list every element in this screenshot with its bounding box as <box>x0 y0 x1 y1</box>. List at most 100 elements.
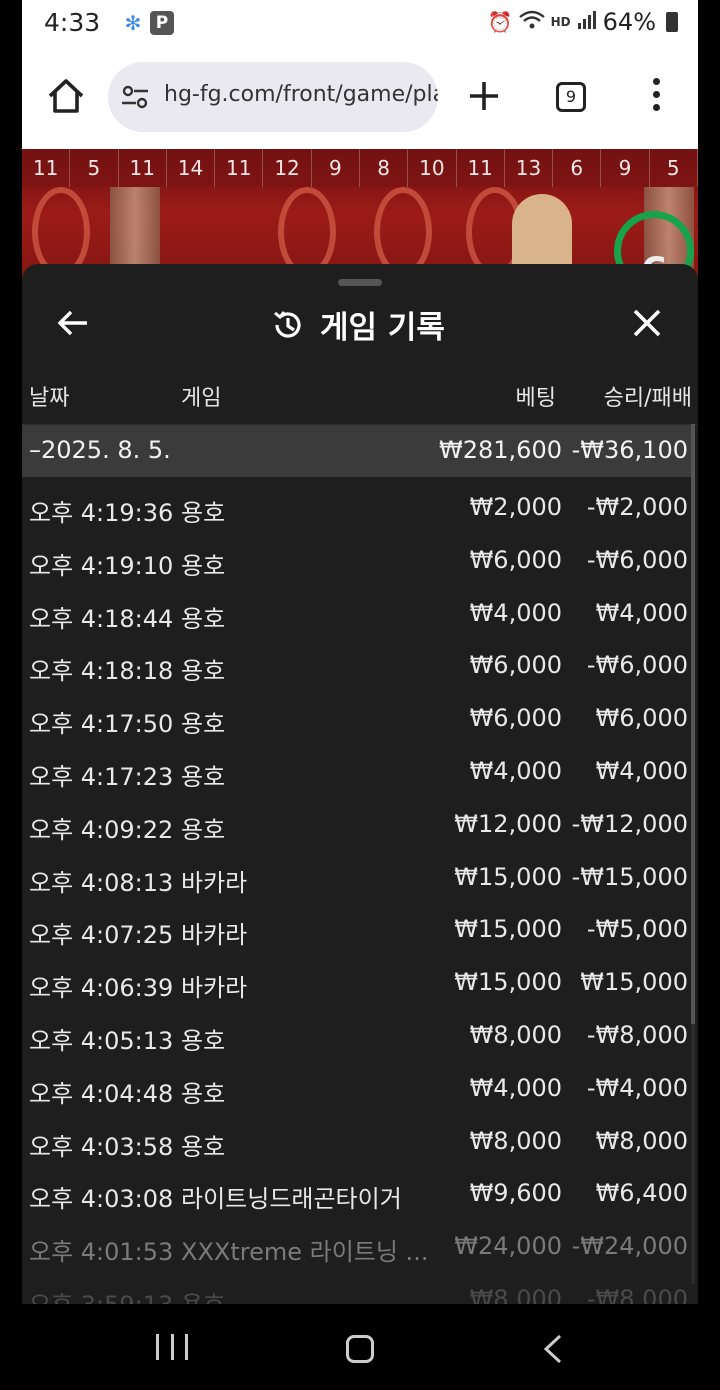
url-text[interactable]: hg-fg.com/front/game/pla <box>164 82 438 107</box>
history-list: 오후 4:19:36 용호 ₩2,000 -₩2,000 오후 4:19:10 용호 ₩6,… <box>22 480 692 1304</box>
recent-apps-button[interactable] <box>156 1334 188 1362</box>
history-time: 오후 4:19:36 <box>29 499 174 527</box>
wifi-icon <box>518 10 545 35</box>
history-bet: ₩4,000 <box>469 598 562 627</box>
history-row[interactable]: 오후 4:19:10 용호 ₩6,000 -₩6,000 <box>22 533 692 586</box>
history-row[interactable]: 오후 3:59:13 용호 ₩8,000 -₩8,000 <box>22 1272 692 1304</box>
address-bar[interactable]: hg-fg.com/front/game/pla <box>108 62 438 132</box>
hd-voice-label: HD <box>550 15 571 29</box>
history-time: 오후 4:19:10 <box>29 551 174 580</box>
history-row[interactable]: 오후 4:17:23 용호 ₩4,000 ₩4,000 <box>22 744 692 797</box>
history-result: ₩8,000 <box>595 1126 688 1155</box>
roadmap-cell: 6 <box>553 149 602 187</box>
scrollbar[interactable] <box>691 424 695 1284</box>
history-time: 오후 4:08:13 <box>29 868 174 897</box>
history-game: 용호 <box>181 551 226 580</box>
history-time: 오후 4:03:08 <box>29 1185 174 1214</box>
roadmap-cell: 14 <box>166 149 216 187</box>
history-bet: ₩9,600 <box>469 1179 562 1208</box>
history-result: -₩2,000 <box>586 493 688 521</box>
roadmap-cell: 8 <box>359 149 409 187</box>
status-bar: 4:33 ✻ P ⏰ HD 64% <box>22 0 698 46</box>
history-bet: ₩8,000 <box>469 1284 562 1304</box>
roadmap-cell: 5 <box>649 149 698 187</box>
roadmap-cell: 13 <box>504 149 554 187</box>
history-time: 오후 4:03:58 <box>29 1132 174 1161</box>
history-game: 바카라 <box>181 868 248 897</box>
history-bet: ₩6,000 <box>469 545 562 574</box>
scrollbar-thumb[interactable] <box>691 424 695 1024</box>
recent-apps-icon <box>156 1334 159 1360</box>
history-result: -₩15,000 <box>571 862 688 891</box>
history-result: ₩15,000 <box>580 968 688 997</box>
history-icon <box>274 310 301 338</box>
history-row[interactable]: 오후 4:08:13 바카라 ₩15,000 -₩15,000 <box>22 850 692 903</box>
roadmap-cell: 9 <box>311 149 360 187</box>
game-history-panel: 게임 기록 날짜 게임 베팅 승리/패배 –2025. 8. 5. ₩281,6… <box>22 264 698 1304</box>
history-result: -₩5,000 <box>586 915 688 944</box>
roadmap-strip: 11 5 11 14 11 12 9 8 10 11 13 6 9 5 <box>22 149 698 187</box>
more-menu-button[interactable] <box>650 78 662 118</box>
plus-icon <box>470 82 498 110</box>
history-result: ₩6,000 <box>595 704 688 733</box>
nav-back-button[interactable] <box>540 1334 566 1364</box>
recent-apps-icon <box>185 1334 188 1360</box>
home-button[interactable] <box>46 76 86 116</box>
battery-percent: 64% <box>602 8 656 36</box>
history-game: 용호 <box>181 815 226 844</box>
roadmap-cell: 9 <box>601 149 650 187</box>
history-row[interactable]: 오후 4:03:08 라이트닝드래곤타이거 ₩9,600 ₩6,400 <box>22 1166 692 1219</box>
history-game: 용호 <box>181 1026 226 1055</box>
history-game: 용호 <box>181 1285 225 1304</box>
history-row[interactable]: 오후 4:19:36 용호 ₩2,000 -₩2,000 <box>22 480 692 533</box>
history-game: 용호 <box>181 499 226 527</box>
close-button[interactable] <box>630 306 664 340</box>
history-game: 용호 <box>181 710 226 739</box>
history-row[interactable]: 오후 4:07:25 바카라 ₩15,000 -₩5,000 <box>22 902 692 955</box>
history-row[interactable]: 오후 4:17:50 용호 ₩6,000 ₩6,000 <box>22 691 692 744</box>
history-row[interactable]: 오후 4:03:58 용호 ₩8,000 ₩8,000 <box>22 1114 692 1167</box>
dealer-figure <box>512 194 572 274</box>
history-bet: ₩8,000 <box>469 1126 562 1155</box>
history-time: 오후 4:09:22 <box>29 815 174 844</box>
history-row[interactable]: 오후 4:05:13 용호 ₩8,000 -₩8,000 <box>22 1008 692 1061</box>
column-header-date[interactable]: 날짜 <box>29 380 69 412</box>
history-time: 오후 3:59:13 <box>29 1285 173 1304</box>
history-game: 용호 <box>181 604 226 633</box>
column-header-bet[interactable]: 베팅 <box>516 380 556 412</box>
roadmap-cell: 11 <box>118 149 167 187</box>
history-game: 용호 <box>181 1079 226 1108</box>
roadmap-cell: 10 <box>408 149 457 187</box>
nav-home-button[interactable] <box>346 1335 374 1363</box>
drag-handle[interactable] <box>338 279 382 286</box>
history-game: 바카라 <box>181 921 248 950</box>
home-icon <box>48 79 84 113</box>
roadmap-cell: 11 <box>215 149 264 187</box>
history-row[interactable]: 오후 4:06:39 바카라 ₩15,000 ₩15,000 <box>22 955 692 1008</box>
column-header-result[interactable]: 승리/패배 <box>604 380 692 412</box>
p-notification-badge: P <box>150 11 174 35</box>
history-result: -₩8,000 <box>586 1284 688 1304</box>
history-time: 오후 4:17:23 <box>29 762 174 791</box>
history-time: 오후 4:01:53 <box>29 1238 174 1267</box>
history-row[interactable]: 오후 4:01:53 XXXtreme 라이트닝 ... ₩24,000 -₩24,0… <box>22 1219 692 1272</box>
alarm-icon: ⏰ <box>487 10 513 34</box>
history-row[interactable]: 오후 4:18:18 용호 ₩6,000 -₩6,000 <box>22 638 692 691</box>
history-bet: ₩6,000 <box>469 704 562 733</box>
history-time: 오후 4:06:39 <box>29 974 174 1003</box>
history-row[interactable]: 오후 4:04:48 용호 ₩4,000 -₩4,000 <box>22 1061 692 1114</box>
tab-switcher-button[interactable]: 9 <box>556 82 586 112</box>
history-bet: ₩2,000 <box>469 493 562 521</box>
history-row[interactable]: 오후 4:18:44 용호 ₩4,000 ₩4,000 <box>22 586 692 639</box>
date-group-row[interactable]: –2025. 8. 5. ₩281,600 -₩36,100 <box>22 425 692 477</box>
history-bet: ₩15,000 <box>454 915 562 944</box>
column-header-game[interactable]: 게임 <box>181 380 221 412</box>
site-settings-icon[interactable] <box>120 82 150 112</box>
history-time: 오후 4:18:44 <box>29 604 174 633</box>
new-tab-button[interactable] <box>466 74 502 118</box>
history-row[interactable]: 오후 4:09:22 용호 ₩12,000 -₩12,000 <box>22 797 692 850</box>
battery-icon <box>666 12 678 32</box>
back-button[interactable] <box>56 306 90 340</box>
history-time: 오후 4:07:25 <box>29 921 174 950</box>
history-bet: ₩15,000 <box>454 968 562 997</box>
